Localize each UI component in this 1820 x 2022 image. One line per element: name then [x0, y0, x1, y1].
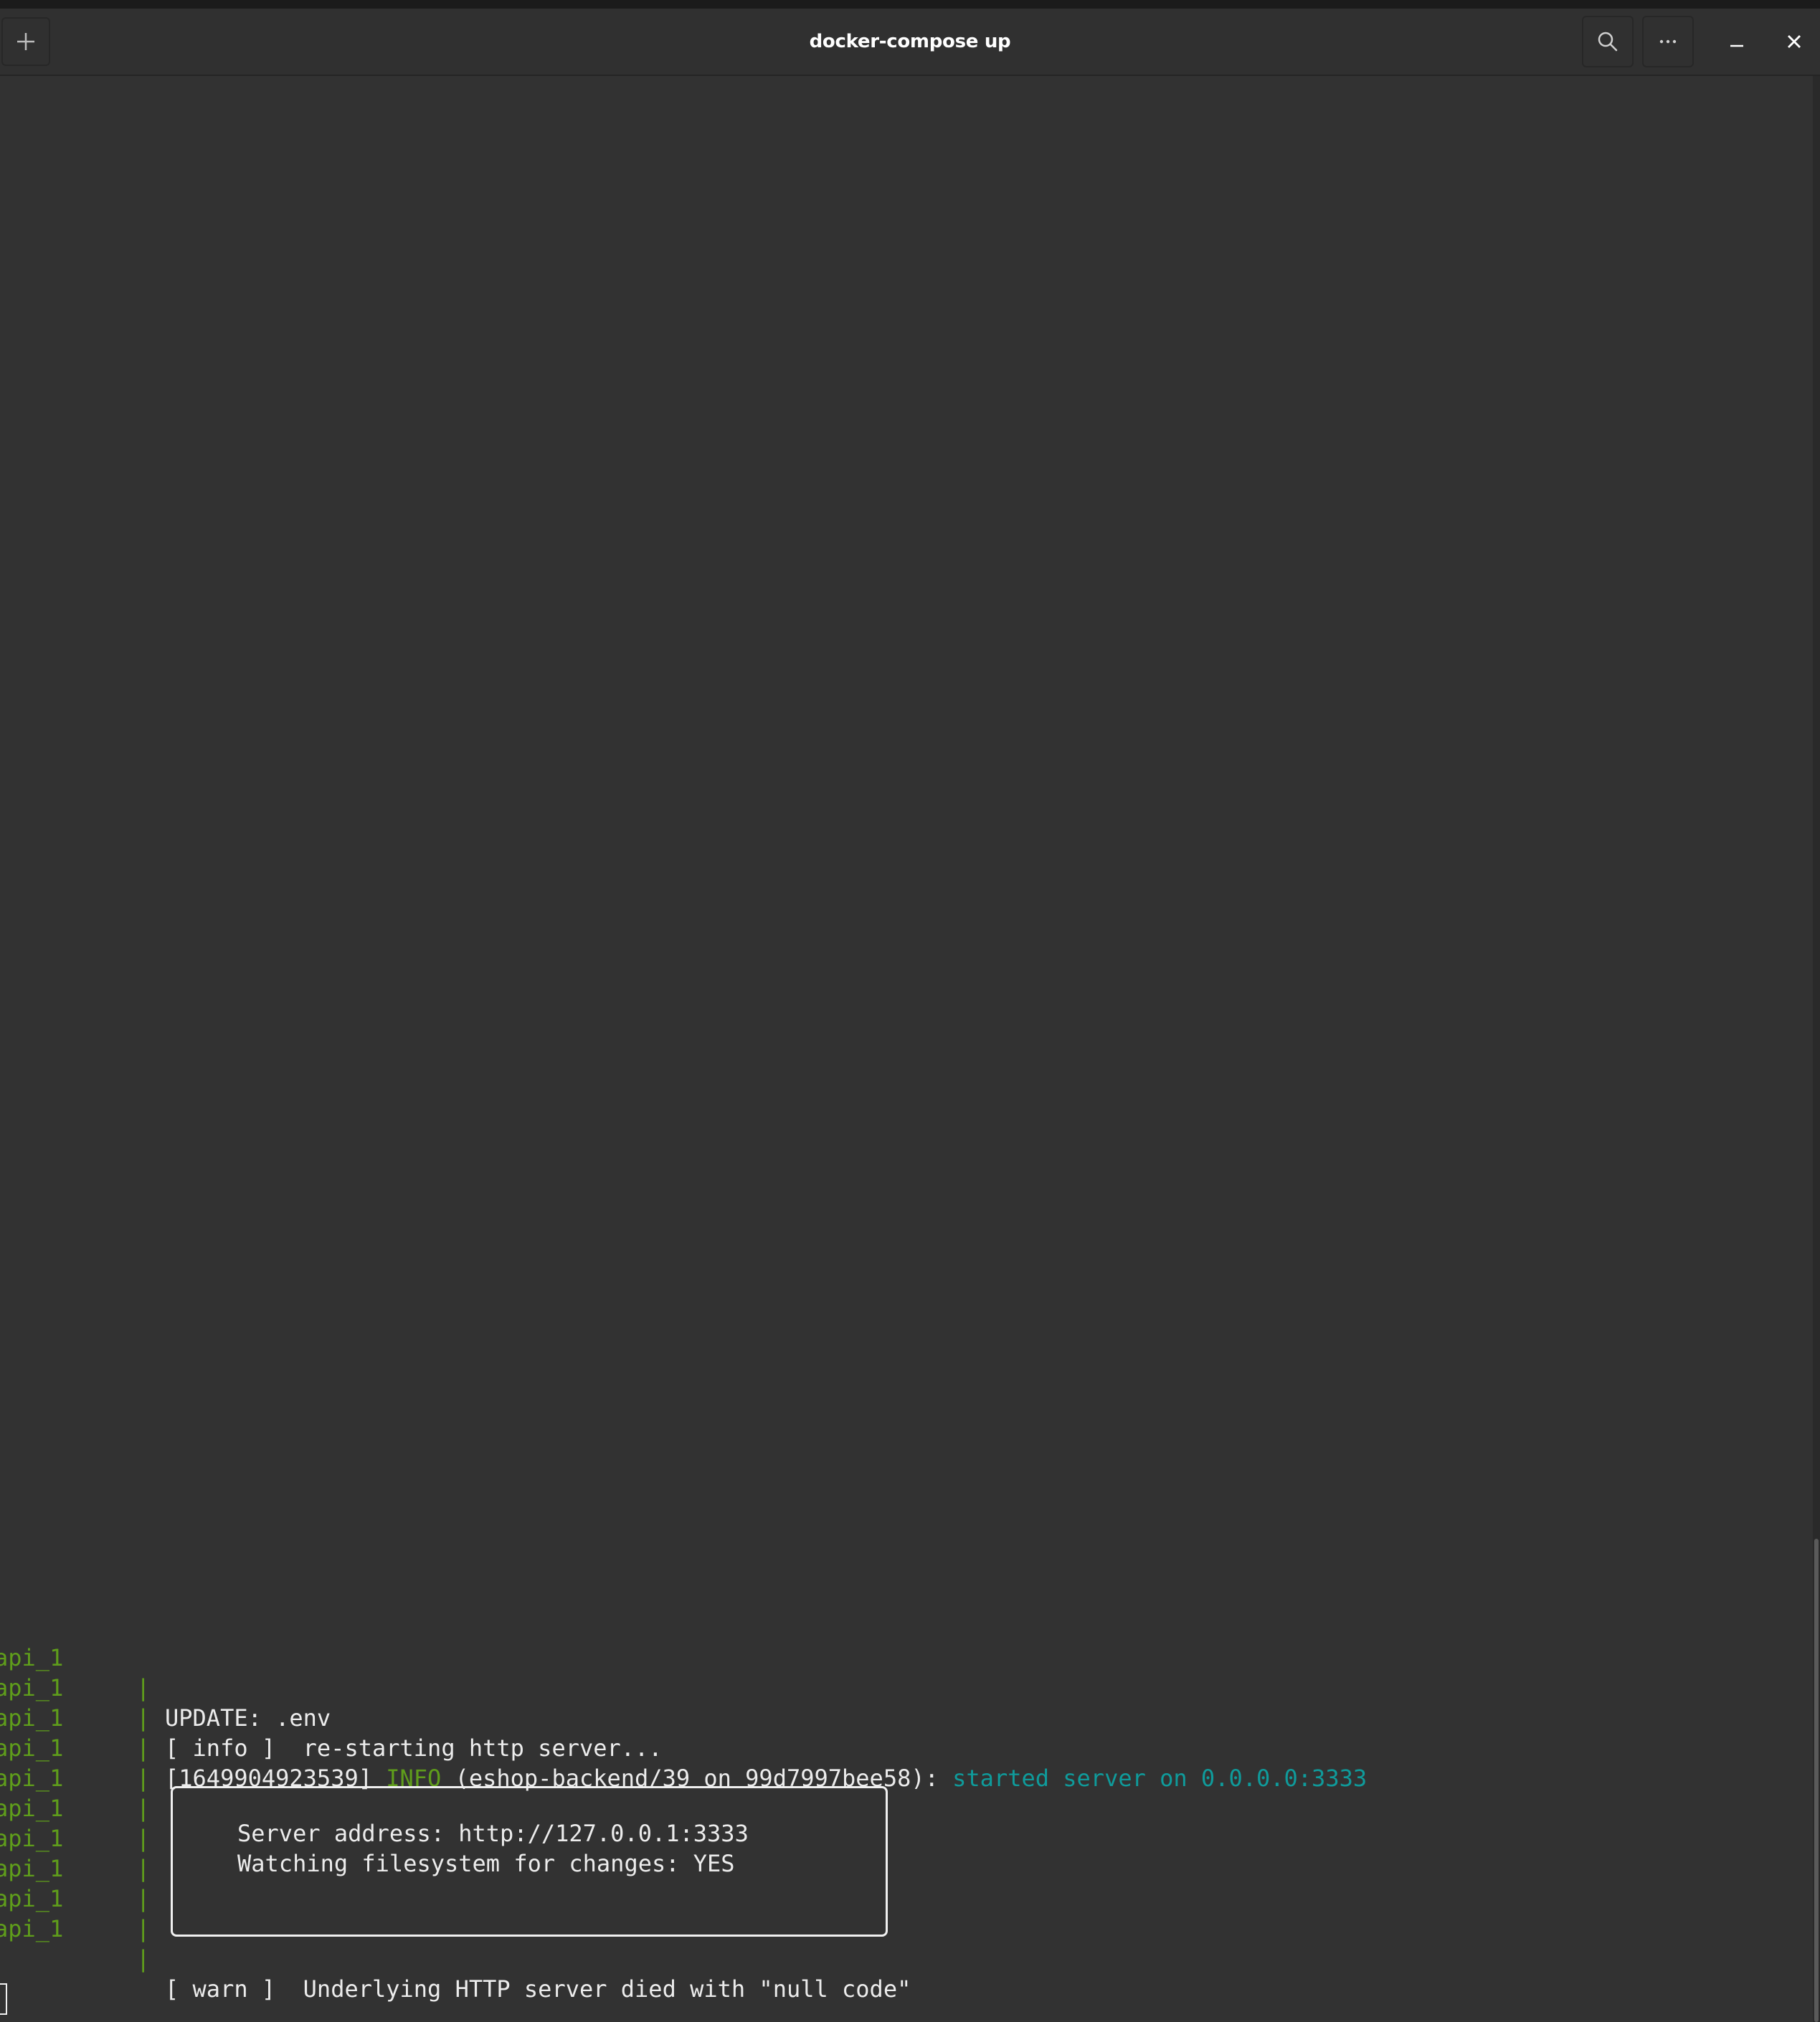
log-message: [ warn ] Underlying HTTP server died wit… [165, 1975, 911, 2003]
service-name: api_1 [0, 1915, 64, 1942]
close-button[interactable] [1773, 20, 1816, 63]
title-bar: docker-compose up [0, 9, 1820, 76]
minimize-icon [1730, 44, 1743, 47]
terminal-window: docker-compose up api_1 | UPDATE: .env a… [0, 9, 1820, 2022]
search-icon [1598, 32, 1618, 52]
close-icon [1788, 35, 1801, 48]
terminal-cursor [0, 1983, 7, 2015]
window-title: docker-compose up [809, 31, 1011, 52]
log-line: api_1 | [1649904923539] INFO (eshop-back… [0, 1673, 1813, 1792]
watching-filesystem-text: Watching filesystem for changes: YES [237, 1850, 735, 1877]
log-separator: | [136, 1915, 151, 1942]
minimize-button[interactable] [1715, 20, 1758, 63]
menu-button[interactable] [1642, 16, 1694, 67]
log-line: api_1 | UPDATE: .env [0, 1613, 1813, 1732]
server-address-text: Server address: http://127.0.0.1:3333 [237, 1820, 749, 1847]
server-info-box: Server address: http://127.0.0.1:3333 Wa… [171, 1786, 888, 1937]
log-line: api_1 | [0, 1733, 1813, 1822]
desktop-top-strip [0, 0, 1820, 9]
scrollbar-thumb[interactable] [1814, 1539, 1819, 2022]
log-line: api_1 | [0, 1703, 1813, 1792]
log-line: api_1 | [ info ] re-starting http server… [0, 1643, 1813, 1762]
scrollbar[interactable] [1813, 76, 1820, 2022]
search-button[interactable] [1582, 16, 1634, 67]
log-separator: | [136, 1945, 151, 1973]
ellipsis-icon [1659, 39, 1677, 44]
